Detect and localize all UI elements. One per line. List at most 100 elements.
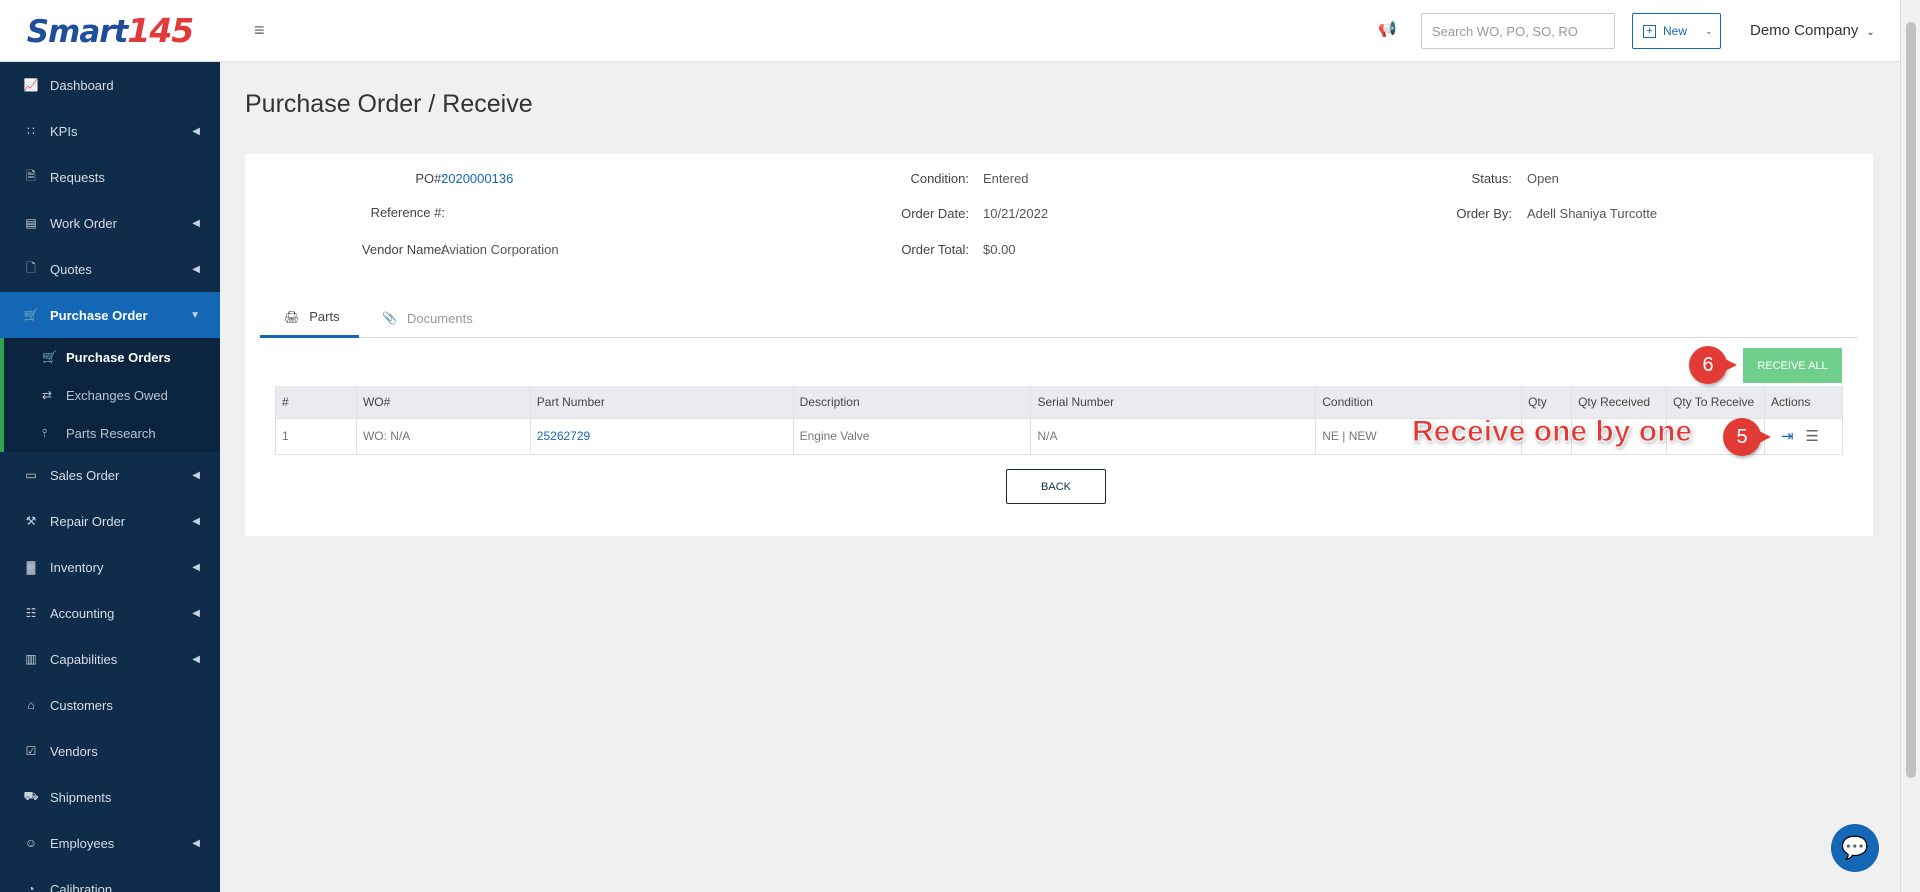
- list-icon[interactable]: ☰: [1806, 427, 1819, 445]
- cart-icon: 🛒: [23, 308, 39, 322]
- vendors-icon: ☑: [25, 744, 37, 758]
- chevron-left-icon: ◀: [192, 125, 200, 137]
- annotation-text: Receive one by one: [1411, 415, 1693, 449]
- truck-icon: ⛟: [23, 789, 39, 803]
- card-icon: ▭: [25, 468, 37, 482]
- receive-all-button[interactable]: RECEIVE ALL: [1743, 348, 1842, 383]
- logo-number: 145: [127, 11, 194, 50]
- sidebar-item-quotes[interactable]: 🗋 Quotes ◀: [0, 246, 220, 292]
- sidebar-item-label: Inventory: [50, 559, 104, 575]
- megaphone-icon[interactable]: 📢: [1378, 20, 1397, 38]
- sidebar-item-inventory[interactable]: ▓ Inventory ◀: [0, 544, 220, 590]
- column-header: Qty Received: [1571, 386, 1668, 419]
- order-total-label: Order Total:: [901, 242, 969, 257]
- logo-text: Smart: [26, 14, 129, 50]
- sidebar-item-label: Requests: [50, 169, 105, 185]
- chevron-left-icon: ◀: [192, 607, 200, 619]
- po-label: PO#:: [415, 171, 445, 186]
- chevron-left-icon: ◀: [192, 469, 200, 481]
- sidebar-item-label: Vendors: [50, 743, 98, 759]
- sidebar-item-label: Work Order: [50, 215, 117, 231]
- reference-label: Reference #:: [370, 205, 445, 220]
- column-header: Condition: [1315, 386, 1523, 419]
- sidebar-item-purchase-orders[interactable]: 🛒 Purchase Orders: [4, 338, 220, 376]
- accounting-icon: ☷: [25, 606, 37, 620]
- sidebar-item-calibration[interactable]: ◔ Calibration: [0, 866, 220, 892]
- plus-icon: +: [1643, 24, 1656, 38]
- chevron-down-icon: ▼: [190, 309, 200, 321]
- sidebar-item-label: KPIs: [50, 123, 78, 139]
- sidebar-item-capabilities[interactable]: ▥ Capabilities ◀: [0, 636, 220, 682]
- cell-num: 1: [275, 417, 357, 455]
- new-button-label: New: [1663, 24, 1688, 38]
- exchange-icon: ⇄: [42, 388, 53, 402]
- sidebar-item-customers[interactable]: ⌂ Customers: [0, 682, 220, 728]
- column-header: Qty To Receive: [1666, 386, 1765, 419]
- order-total-value: $0.00: [983, 242, 1016, 257]
- sidebar-item-employees[interactable]: ☺ Employees ◀: [0, 820, 220, 866]
- status-value: Open: [1527, 171, 1559, 186]
- document-icon: 🗎: [26, 168, 36, 183]
- sidebar-item-parts-research[interactable]: ⫯ Parts Research: [4, 414, 220, 452]
- sidebar-item-vendors[interactable]: ☑ Vendors: [0, 728, 220, 774]
- page-scrollbar[interactable]: [1900, 0, 1920, 892]
- logo[interactable]: Smart145: [0, 0, 220, 62]
- sidebar-item-shipments[interactable]: ⛟ Shipments: [0, 774, 220, 820]
- sidebar-item-work-order[interactable]: ▤ Work Order ◀: [0, 200, 220, 246]
- sidebar-item-repair-order[interactable]: ⚒ Repair Order ◀: [0, 498, 220, 544]
- sidebar-item-purchase-order[interactable]: 🛒 Purchase Order ▼: [0, 292, 220, 338]
- sidebar-item-accounting[interactable]: ☷ Accounting ◀: [0, 590, 220, 636]
- chat-icon[interactable]: 💬: [1831, 824, 1879, 872]
- sidebar-item-label: Capabilities: [50, 651, 118, 667]
- sidebar-item-sales-order[interactable]: ▭ Sales Order ◀: [0, 452, 220, 498]
- tab-documents[interactable]: 📎 Documents: [382, 298, 502, 338]
- chevron-left-icon: ◀: [192, 837, 200, 849]
- sidebar-item-kpis[interactable]: ∷ KPIs ◀: [0, 108, 220, 154]
- part-number-link[interactable]: 25262729: [529, 417, 794, 455]
- hamburger-menu-icon[interactable]: ≡: [254, 20, 265, 41]
- back-button[interactable]: BACK: [1006, 469, 1106, 504]
- sidebar-item-exchanges-owed[interactable]: ⇄ Exchanges Owed: [4, 376, 220, 414]
- kpi-icon: ∷: [27, 124, 35, 138]
- work-order-icon: ▤: [25, 216, 37, 230]
- repair-icon: ⚒: [25, 514, 37, 528]
- condition-label: Condition:: [910, 171, 969, 186]
- chevron-left-icon: ◀: [192, 561, 200, 573]
- column-header: Qty: [1521, 386, 1573, 419]
- tab-bar: 🖨 Parts 📎 Documents: [260, 298, 1858, 338]
- sidebar-item-requests[interactable]: 🗎 Requests: [0, 154, 220, 200]
- sidebar-item-label: Sales Order: [50, 467, 120, 483]
- sidebar-item-label: Customers: [50, 697, 113, 713]
- column-header: Actions: [1763, 386, 1844, 419]
- purchase-order-card: PO#: 2020000136 Reference #: Vendor Name…: [245, 154, 1873, 536]
- po-number-link[interactable]: 2020000136: [441, 171, 513, 186]
- receive-icon[interactable]: ⇥: [1781, 427, 1794, 445]
- column-header: Part Number: [529, 386, 794, 419]
- order-by-label: Order By:: [1456, 206, 1512, 221]
- chevron-left-icon: ◀: [192, 515, 200, 527]
- company-name: Demo Company: [1750, 22, 1859, 39]
- tab-parts[interactable]: 🖨 Parts: [260, 298, 359, 338]
- tree-icon: ⫯: [42, 425, 48, 440]
- company-selector[interactable]: Demo Company ⌄: [1750, 22, 1875, 39]
- annotation-badge-6: 6: [1689, 346, 1737, 384]
- sidebar-item-label: Parts Research: [66, 425, 156, 441]
- sidebar-item-dashboard[interactable]: 📈 Dashboard: [0, 62, 220, 108]
- chevron-left-icon: ◀: [192, 653, 200, 665]
- new-button[interactable]: + New ⌄: [1632, 13, 1721, 49]
- tab-label: Parts: [309, 309, 340, 324]
- page-title: Purchase Order / Receive: [245, 90, 533, 118]
- search-input[interactable]: [1421, 13, 1615, 49]
- calibration-icon: ◔: [27, 882, 35, 892]
- sidebar-item-label: Accounting: [50, 605, 115, 621]
- scrollbar-thumb[interactable]: [1906, 22, 1916, 778]
- vendor-value: Aviation Corporation: [441, 242, 559, 257]
- status-label: Status:: [1471, 171, 1512, 186]
- sidebar-item-label: Exchanges Owed: [66, 387, 168, 403]
- sidebar-item-label: Employees: [50, 835, 115, 851]
- tab-label: Documents: [406, 310, 473, 326]
- cell-serial: N/A: [1030, 417, 1317, 455]
- capabilities-icon: ▥: [25, 652, 37, 666]
- sidebar-item-label: Dashboard: [50, 77, 114, 93]
- order-date-label: Order Date:: [901, 206, 969, 221]
